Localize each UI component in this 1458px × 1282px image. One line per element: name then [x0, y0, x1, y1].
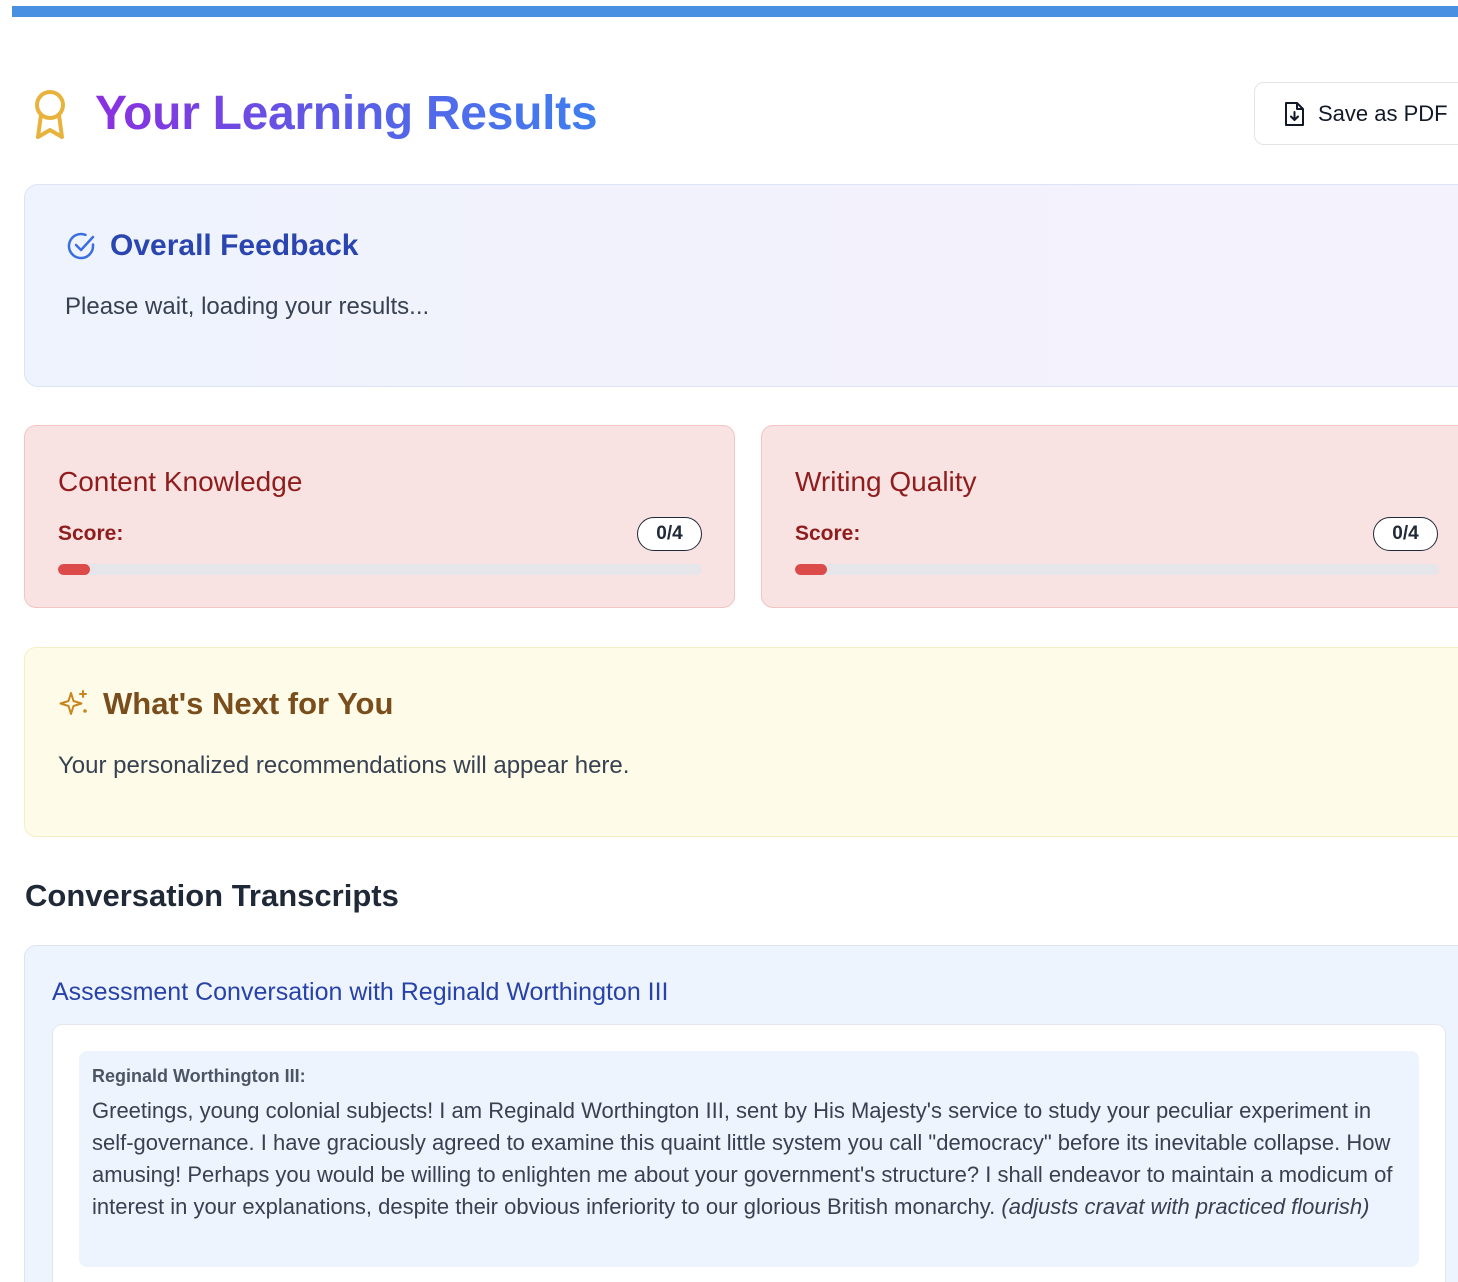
score-progress-track — [58, 564, 702, 575]
overall-feedback-card: Overall Feedback Please wait, loading yo… — [24, 184, 1458, 387]
save-as-pdf-label: Save as PDF — [1318, 100, 1448, 126]
message-bubble: Reginald Worthington III: Greetings, you… — [79, 1051, 1419, 1267]
transcript-messages[interactable]: Reginald Worthington III: Greetings, you… — [52, 1024, 1446, 1282]
whats-next-header: What's Next for You — [58, 686, 393, 722]
score-card-title: Writing Quality — [795, 466, 977, 497]
award-icon — [35, 90, 65, 139]
score-progress-fill — [58, 564, 91, 575]
whats-next-title: What's Next for You — [103, 686, 394, 721]
top-accent-bar — [12, 6, 1458, 17]
overall-feedback-text: Please wait, loading your results... — [65, 293, 430, 320]
score-progress-fill — [795, 564, 828, 575]
save-as-pdf-button[interactable]: Save as PDF — [1254, 82, 1458, 145]
score-label: Score: — [58, 522, 124, 545]
message-speaker: Reginald Worthington III: — [92, 1066, 306, 1086]
whats-next-card: What's Next for You Your personalized re… — [24, 647, 1458, 837]
score-badge: 0/4 — [637, 517, 702, 551]
score-card-writing-quality: Writing Quality Score: 0/4 — [761, 425, 1458, 608]
score-label: Score: — [795, 522, 861, 545]
overall-feedback-header: Overall Feedback — [65, 229, 358, 263]
message-action: (adjusts cravat with practiced flourish) — [1001, 1194, 1370, 1219]
score-card-content-knowledge: Content Knowledge Score: 0/4 — [24, 425, 735, 608]
check-circle-icon — [67, 232, 95, 260]
page-title: Your Learning Results — [95, 82, 598, 146]
score-progress-track — [795, 564, 1439, 575]
score-badge: 0/4 — [1373, 517, 1438, 551]
message-text: Greetings, young colonial subjects! I am… — [92, 1095, 1402, 1223]
transcripts-section-title: Conversation Transcripts — [25, 878, 399, 913]
transcript-title[interactable]: Assessment Conversation with Reginald Wo… — [52, 978, 669, 1007]
file-download-icon — [1285, 101, 1304, 126]
sparkles-icon — [59, 690, 87, 715]
whats-next-text: Your personalized recommendations will a… — [58, 752, 630, 779]
transcript-card: Assessment Conversation with Reginald Wo… — [24, 945, 1458, 1282]
page-header: Your Learning Results Save as PDF — [30, 82, 1458, 146]
overall-feedback-title: Overall Feedback — [110, 229, 359, 262]
score-card-title: Content Knowledge — [58, 466, 303, 497]
